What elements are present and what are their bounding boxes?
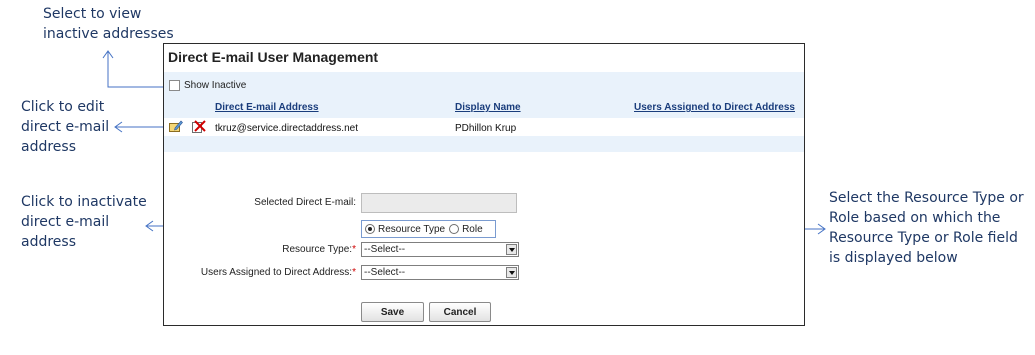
- show-inactive-checkbox[interactable]: [169, 80, 180, 91]
- arrowhead-inactivate: [145, 220, 154, 232]
- row-display-name: PDhillon Krup: [455, 123, 517, 134]
- edit-icon[interactable]: [169, 120, 183, 132]
- users-assigned-label: Users Assigned to Direct Address:*: [174, 267, 356, 278]
- users-assigned-select[interactable]: --Select--: [361, 265, 519, 280]
- direct-email-user-management-panel: Direct E-mail User Management Show Inact…: [163, 43, 805, 326]
- row-email: tkruz@service.directaddress.net: [215, 123, 358, 134]
- chevron-down-icon[interactable]: [506, 267, 517, 278]
- selected-email-label: Selected Direct E-mail:: [254, 197, 356, 208]
- column-header-users-assigned[interactable]: Users Assigned to Direct Address: [634, 102, 795, 113]
- inactivate-icon[interactable]: [192, 120, 206, 133]
- column-header-display-name[interactable]: Display Name: [455, 102, 521, 113]
- chevron-down-icon[interactable]: [506, 244, 517, 255]
- callout-show-inactive: Select to view inactive addresses: [43, 6, 174, 42]
- required-marker: *: [352, 267, 356, 278]
- resource-type-select[interactable]: --Select--: [361, 242, 519, 257]
- radio-role[interactable]: [449, 224, 460, 234]
- save-button[interactable]: Save: [361, 302, 424, 322]
- panel-title: Direct E-mail User Management: [168, 49, 379, 65]
- selected-email-field[interactable]: [361, 193, 517, 213]
- column-header-email[interactable]: Direct E-mail Address: [215, 102, 319, 113]
- arrowhead-resource-role: [817, 223, 826, 235]
- required-marker: *: [352, 244, 356, 255]
- radio-resource-type[interactable]: [365, 224, 375, 234]
- resource-type-label: Resource Type:*: [204, 244, 356, 255]
- users-assigned-label-text: Users Assigned to Direct Address:: [200, 267, 353, 278]
- show-inactive-toggle[interactable]: Show Inactive: [169, 80, 246, 91]
- show-inactive-label: Show Inactive: [184, 80, 247, 91]
- callout-resource-role: Select the Resource Type or Role based o…: [829, 190, 1024, 266]
- arrowhead-edit: [114, 121, 123, 133]
- arrowhead-show-inactive: [102, 50, 114, 59]
- resource-type-value: --Select--: [364, 244, 406, 255]
- callout-edit: Click to edit direct e-mail address: [21, 99, 110, 155]
- resource-type-label-text: Resource Type:: [282, 244, 353, 255]
- radio-resource-type-label: Resource Type: [378, 223, 446, 235]
- cancel-button[interactable]: Cancel: [429, 302, 491, 322]
- radio-role-label: Role: [462, 223, 483, 235]
- arrow-show-inactive: [107, 52, 170, 88]
- users-assigned-value: --Select--: [364, 267, 406, 278]
- resource-role-radio-group[interactable]: Resource Type Role: [361, 220, 496, 238]
- callout-inactivate: Click to inactivate direct e-mail addres…: [21, 194, 147, 250]
